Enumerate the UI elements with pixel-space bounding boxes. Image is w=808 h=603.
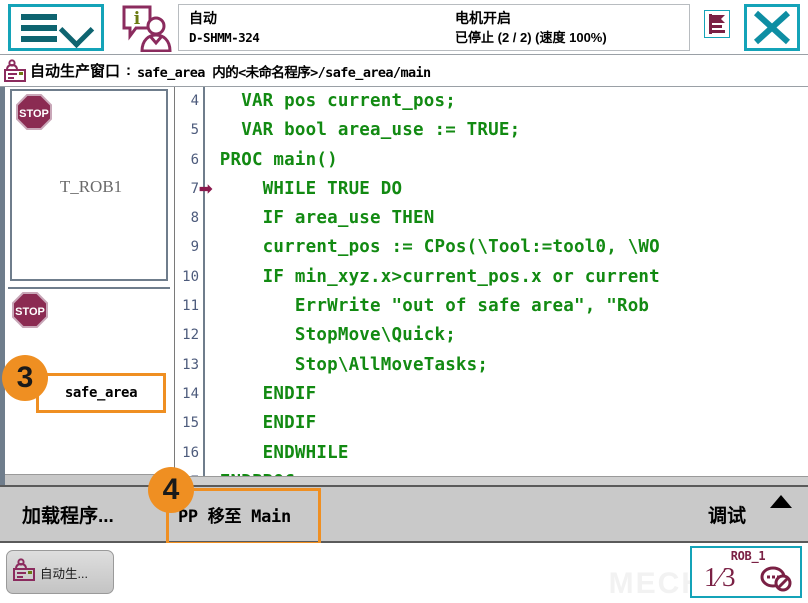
task-name-trob1: T_ROB1 bbox=[12, 177, 170, 197]
code-line[interactable]: 10 IF min_xyz.x>current_pos.x or current bbox=[175, 263, 808, 292]
jog-disabled-icon bbox=[760, 564, 792, 592]
taskbar-app-button[interactable]: 自动生... bbox=[6, 550, 114, 594]
taskbar: MECH MIND 自动生... ROB_1 1⁄3 bbox=[0, 543, 808, 603]
code-line-text: WHILE TRUE DO bbox=[209, 175, 402, 204]
main-content: STOP T_ROB1 STOP safe_area 4 VAR pos cur… bbox=[0, 87, 808, 485]
code-line-list[interactable]: 4 VAR pos current_pos;5 VAR bool area_us… bbox=[175, 87, 808, 485]
code-line[interactable]: 15 ENDIF bbox=[175, 409, 808, 438]
fraction-denominator: 3 bbox=[722, 562, 736, 592]
hamburger-icon bbox=[21, 14, 57, 42]
code-line[interactable]: 11 ErrWrite "out of safe area", "Rob bbox=[175, 292, 808, 321]
line-number: 16 bbox=[175, 439, 199, 468]
code-line-text: VAR bool area_use := TRUE; bbox=[209, 116, 520, 145]
svg-text:STOP: STOP bbox=[15, 306, 45, 318]
line-number: 10 bbox=[175, 263, 199, 292]
line-number: 5 bbox=[175, 116, 199, 145]
caret-up-icon[interactable] bbox=[770, 495, 792, 508]
line-number: 9 bbox=[175, 233, 199, 262]
stop-sign-icon: STOP bbox=[16, 94, 52, 130]
line-number: 8 bbox=[175, 204, 199, 233]
quickset-rob-widget[interactable]: ROB_1 1⁄3 bbox=[690, 546, 802, 598]
code-line[interactable]: 16 ENDWHILE bbox=[175, 439, 808, 468]
operating-mode-label: 自动 bbox=[189, 8, 259, 28]
close-button[interactable] bbox=[744, 4, 800, 51]
svg-text:STOP: STOP bbox=[19, 108, 49, 120]
code-line-text: Stop\AllMoveTasks; bbox=[209, 351, 488, 380]
event-flag-icon[interactable] bbox=[704, 10, 730, 38]
code-line[interactable]: 6 PROC main() bbox=[175, 146, 808, 175]
code-line-text: VAR pos current_pos; bbox=[209, 87, 456, 116]
task-name-safearea: safe_area bbox=[65, 385, 137, 401]
code-line-text: ErrWrite "out of safe area", "Rob bbox=[209, 292, 649, 321]
panel-edge-bar bbox=[0, 87, 5, 485]
line-number: 14 bbox=[175, 380, 199, 409]
main-menu-button[interactable] bbox=[8, 4, 104, 51]
chevron-down-icon bbox=[61, 13, 91, 43]
execution-state-label: 已停止 (2 / 2) (速度 100%) bbox=[455, 28, 607, 48]
editor-horizontal-scrollbar[interactable] bbox=[175, 476, 808, 485]
callout-badge-3: 3 bbox=[2, 355, 48, 401]
code-line[interactable]: 8 IF area_use THEN bbox=[175, 204, 808, 233]
debug-button[interactable]: 调试 bbox=[708, 487, 746, 541]
task-name-safearea-highlight[interactable]: safe_area bbox=[36, 373, 166, 413]
line-number: 6 bbox=[175, 146, 199, 175]
line-number: 4 bbox=[175, 87, 199, 116]
line-number: 13 bbox=[175, 351, 199, 380]
program-window-icon bbox=[13, 558, 35, 587]
code-line[interactable]: 7➡ WHILE TRUE DO bbox=[175, 175, 808, 204]
code-line[interactable]: 5 VAR bool area_use := TRUE; bbox=[175, 116, 808, 145]
code-line-text: PROC main() bbox=[209, 146, 338, 175]
load-program-button[interactable]: 加载程序... bbox=[22, 487, 114, 541]
program-code-editor[interactable]: 4 VAR pos current_pos;5 VAR bool area_us… bbox=[175, 87, 808, 485]
action-toolbar: 加载程序... PP 移至 Main 调试 bbox=[0, 485, 808, 543]
code-line-text: IF area_use THEN bbox=[209, 204, 434, 233]
code-line[interactable]: 12 StopMove\Quick; bbox=[175, 321, 808, 350]
motors-state-label: 电机开启 bbox=[455, 8, 607, 28]
close-icon bbox=[747, 7, 797, 48]
svg-text:i: i bbox=[134, 9, 141, 29]
pp-to-main-label: PP 移至 Main bbox=[178, 502, 291, 527]
code-line-text: ENDIF bbox=[209, 409, 316, 438]
breadcrumb-path: safe_area 内的<未命名程序>/safe_area/main bbox=[137, 61, 431, 81]
code-line[interactable]: 13 Stop\AllMoveTasks; bbox=[175, 351, 808, 380]
status-right-column: 电机开启 已停止 (2 / 2) (速度 100%) bbox=[455, 8, 607, 48]
taskbar-app-label: 自动生... bbox=[40, 563, 88, 582]
breadcrumb-title: 自动生产窗口 bbox=[30, 60, 120, 81]
breadcrumb: 自动生产窗口 : safe_area 内的<未命名程序>/safe_area/m… bbox=[0, 55, 808, 87]
task-list-panel: STOP T_ROB1 STOP safe_area bbox=[0, 87, 175, 485]
code-line-text: current_pos := CPos(\Tool:=tool0, \WO bbox=[209, 233, 660, 262]
rob-speed-fraction: 1⁄3 bbox=[704, 562, 736, 593]
info-operator-icon[interactable]: i bbox=[116, 4, 172, 52]
code-line[interactable]: 4 VAR pos current_pos; bbox=[175, 87, 808, 116]
status-left-column: 自动 D-SHMM-324 bbox=[189, 8, 259, 48]
status-header: i 自动 D-SHMM-324 电机开启 已停止 (2 / 2) (速度 100… bbox=[0, 0, 808, 55]
callout-badge-4: 4 bbox=[148, 467, 194, 513]
breadcrumb-separator: : bbox=[126, 62, 131, 79]
code-line-text: StopMove\Quick; bbox=[209, 321, 456, 350]
task-card-trob1[interactable]: STOP T_ROB1 bbox=[10, 89, 168, 281]
controller-name-label: D-SHMM-324 bbox=[189, 28, 259, 48]
code-line[interactable]: 14 ENDIF bbox=[175, 380, 808, 409]
line-number: 7 bbox=[175, 175, 199, 204]
code-line-text: IF min_xyz.x>current_pos.x or current bbox=[209, 263, 660, 292]
code-line-text: ENDIF bbox=[209, 380, 316, 409]
controller-status-panel[interactable]: 自动 D-SHMM-324 电机开启 已停止 (2 / 2) (速度 100%) bbox=[178, 4, 690, 51]
line-number: 15 bbox=[175, 409, 199, 438]
line-number: 12 bbox=[175, 321, 199, 350]
stop-sign-icon: STOP bbox=[12, 292, 48, 328]
rob-title-label: ROB_1 bbox=[692, 549, 804, 563]
line-number: 11 bbox=[175, 292, 199, 321]
code-line[interactable]: 9 current_pos := CPos(\Tool:=tool0, \WO bbox=[175, 233, 808, 262]
program-window-icon bbox=[4, 59, 26, 83]
fraction-numerator: 1 bbox=[704, 562, 718, 592]
code-line-text: ENDWHILE bbox=[209, 439, 349, 468]
